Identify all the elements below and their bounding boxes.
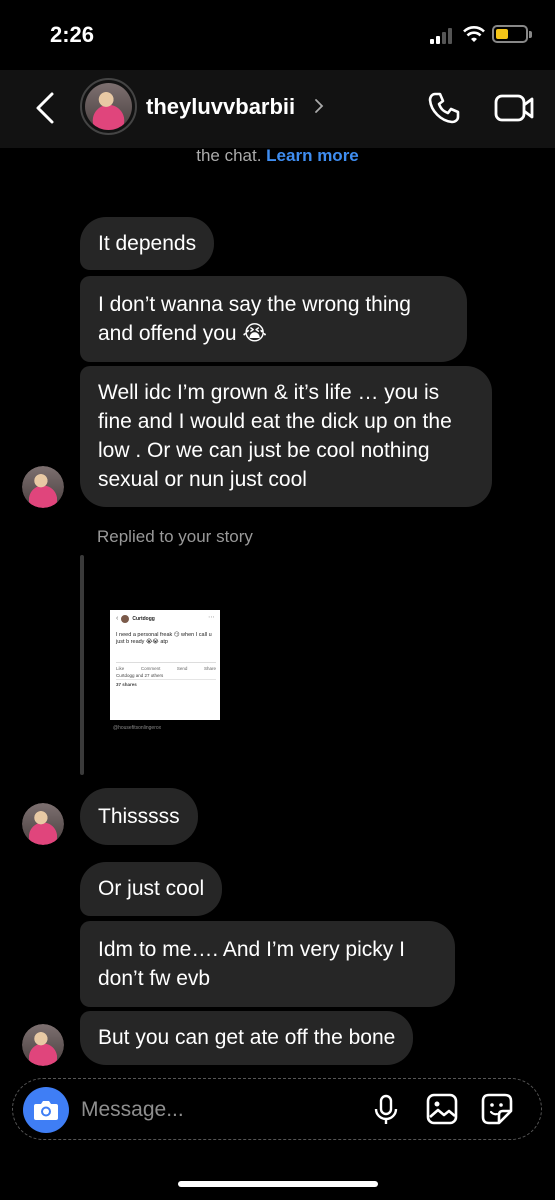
reply-indicator-bar — [80, 555, 84, 775]
sender-avatar[interactable] — [22, 1024, 64, 1066]
sender-avatar[interactable] — [22, 466, 64, 508]
video-camera-icon[interactable] — [494, 92, 534, 124]
camera-button[interactable] — [23, 1087, 69, 1133]
more-icon: ⋯ — [208, 614, 215, 621]
chat-header: theyluvvbarbii — [0, 70, 555, 148]
story-action-send: Send — [176, 666, 188, 671]
message-input[interactable]: Message... — [81, 1098, 184, 1122]
chat-username[interactable]: theyluvvbarbii — [146, 94, 295, 120]
message-bubble[interactable]: It depends — [80, 217, 215, 270]
chevron-right-icon[interactable] — [313, 96, 325, 116]
status-bar: 2:26 — [0, 0, 555, 70]
message-bubble[interactable]: Thisssss — [80, 788, 198, 845]
sticker-icon[interactable] — [481, 1093, 513, 1125]
message-bubble[interactable]: But you can get ate off the bone — [80, 1011, 414, 1065]
story-action-share: Share — [203, 666, 216, 671]
story-preview-card[interactable]: ‹ Curtdogg ⋯ I need a personal freak 😏 w… — [110, 610, 220, 720]
learn-more-link[interactable]: Learn more — [266, 146, 359, 165]
message-bubble[interactable]: Idm to me…. And I’m very picky I don’t f… — [80, 921, 455, 1007]
story-post-actions: Like Comment Send Share — [116, 662, 216, 672]
notice-text: the chat. — [196, 146, 262, 165]
story-post-name: Curtdogg — [132, 616, 155, 622]
cellular-signal-icon — [430, 28, 456, 44]
camera-icon — [34, 1101, 58, 1120]
battery-icon — [492, 25, 532, 43]
status-time: 2:26 — [50, 22, 95, 47]
story-action-comment: Comment — [140, 666, 161, 671]
chat-notice: the chat. Learn more — [0, 146, 555, 166]
story-tag: @housefitsonlingerox — [113, 725, 162, 731]
phone-icon[interactable] — [426, 90, 462, 126]
story-post-shares: 37 shares — [116, 682, 137, 687]
story-post-header: ‹ Curtdogg — [116, 615, 155, 623]
story-reply-label: Replied to your story — [97, 527, 253, 546]
home-indicator[interactable] — [178, 1181, 378, 1187]
chevron-left-icon[interactable] — [30, 88, 60, 128]
message-bubble[interactable]: Well idc I’m grown & it’s life … you is … — [80, 366, 492, 507]
image-icon[interactable] — [426, 1093, 458, 1125]
profile-avatar[interactable] — [80, 78, 137, 135]
story-post-avatar — [121, 615, 130, 623]
wifi-icon — [463, 26, 485, 42]
sender-avatar[interactable] — [22, 803, 64, 845]
microphone-icon[interactable] — [373, 1094, 399, 1126]
story-post-text: I need a personal freak 😏 when I call u … — [116, 632, 212, 645]
message-composer: Message... — [12, 1078, 542, 1140]
story-action-like: Like — [116, 666, 125, 671]
message-bubble[interactable]: Or just cool — [80, 862, 223, 916]
story-post-divider — [116, 679, 216, 680]
message-bubble[interactable]: I don’t wanna say the wrong thing and of… — [80, 276, 467, 362]
